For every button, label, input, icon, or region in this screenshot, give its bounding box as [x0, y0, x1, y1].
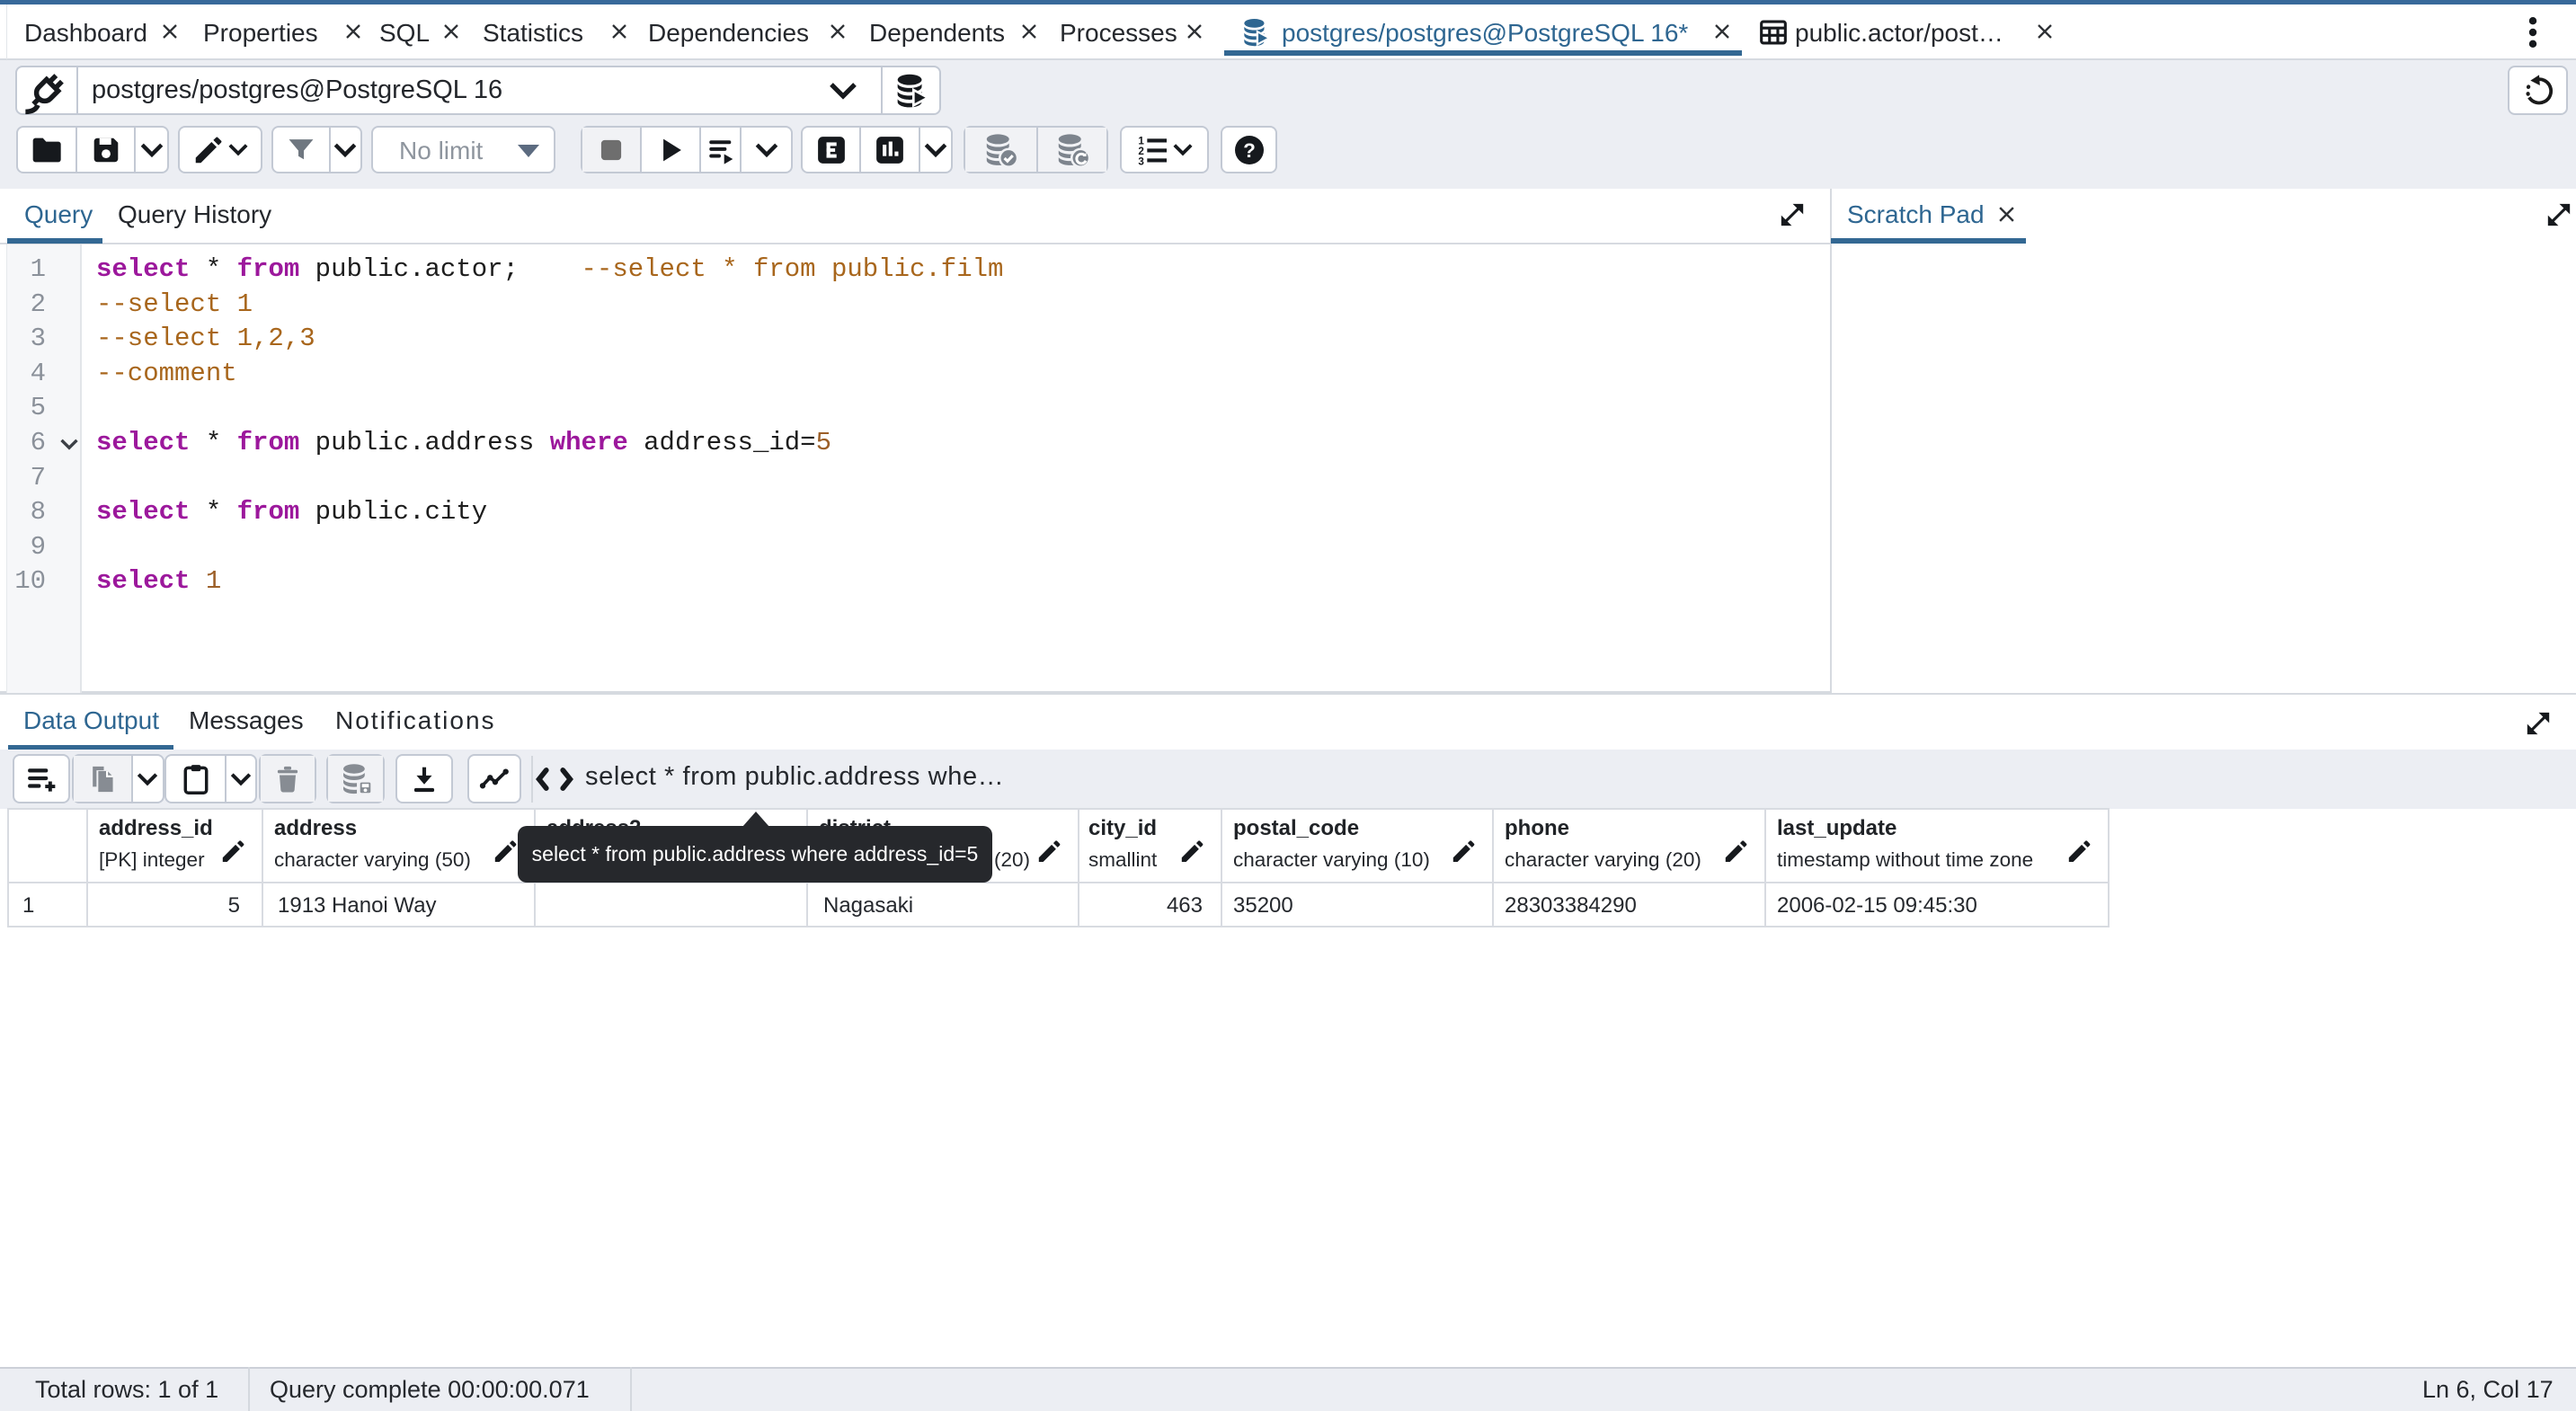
svg-text:?: ?	[1243, 139, 1256, 162]
svg-text:3: 3	[1138, 155, 1144, 167]
